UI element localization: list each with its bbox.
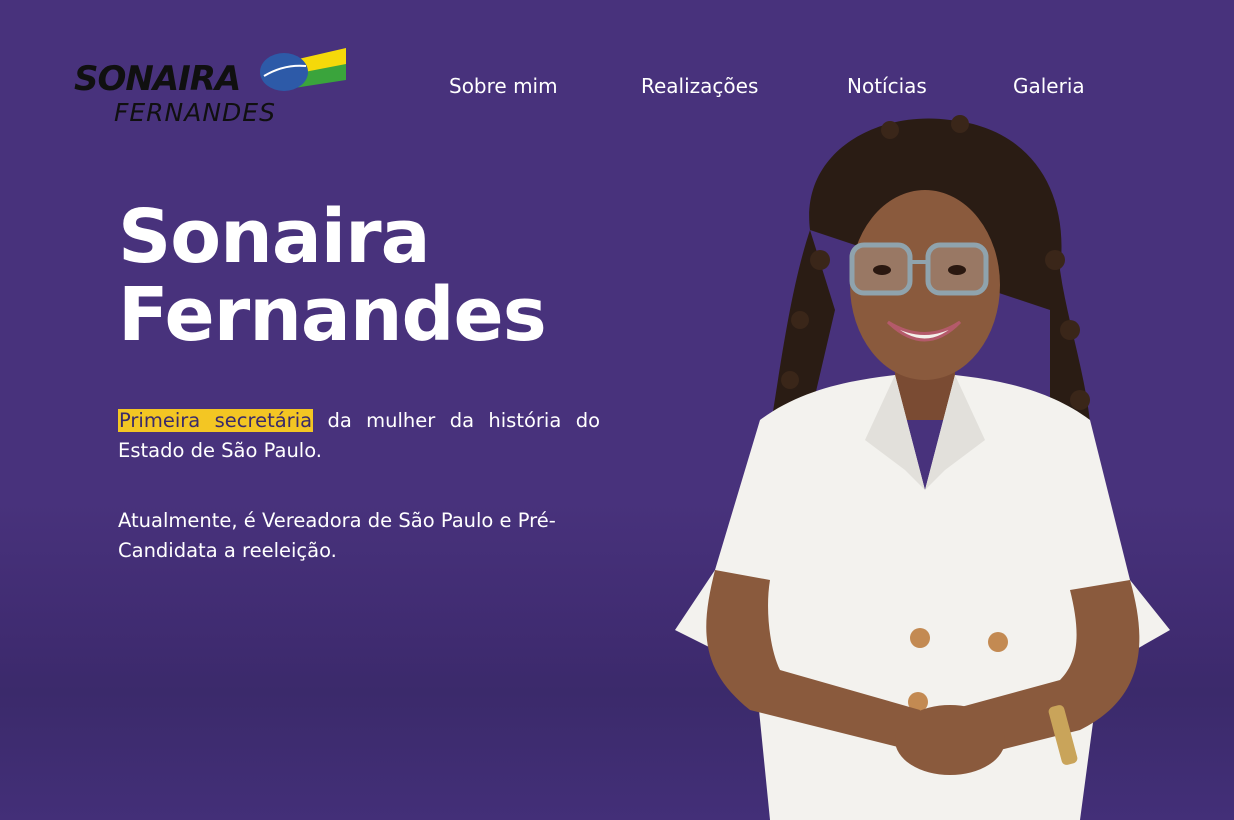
hero-title-line2: Fernandes <box>118 272 547 358</box>
intro-highlight: Primeira secretária <box>118 409 314 432</box>
hero-intro: Primeira secretária da mulher da históri… <box>118 406 600 466</box>
nav-noticias[interactable]: Notícias <box>847 74 927 98</box>
nav-sobre-mim[interactable]: Sobre mim <box>449 74 558 98</box>
logo-wordmark-line1: SONAIRA <box>74 59 241 99</box>
logo-wordmark-line2: FERNANDES <box>114 98 276 127</box>
hero-current-role: Atualmente, é Vereadora de São Paulo e P… <box>118 509 556 562</box>
hero-title: Sonaira Fernandes <box>118 194 547 358</box>
hero-title-line1: Sonaira <box>118 194 431 280</box>
nav-galeria[interactable]: Galeria <box>1013 74 1085 98</box>
woman-portrait-image <box>675 115 1170 820</box>
brazil-flag-icon <box>260 48 346 91</box>
site-logo[interactable]: SONAIRA FERNANDES <box>74 46 354 130</box>
nav-realizacoes[interactable]: Realizações <box>641 74 758 98</box>
